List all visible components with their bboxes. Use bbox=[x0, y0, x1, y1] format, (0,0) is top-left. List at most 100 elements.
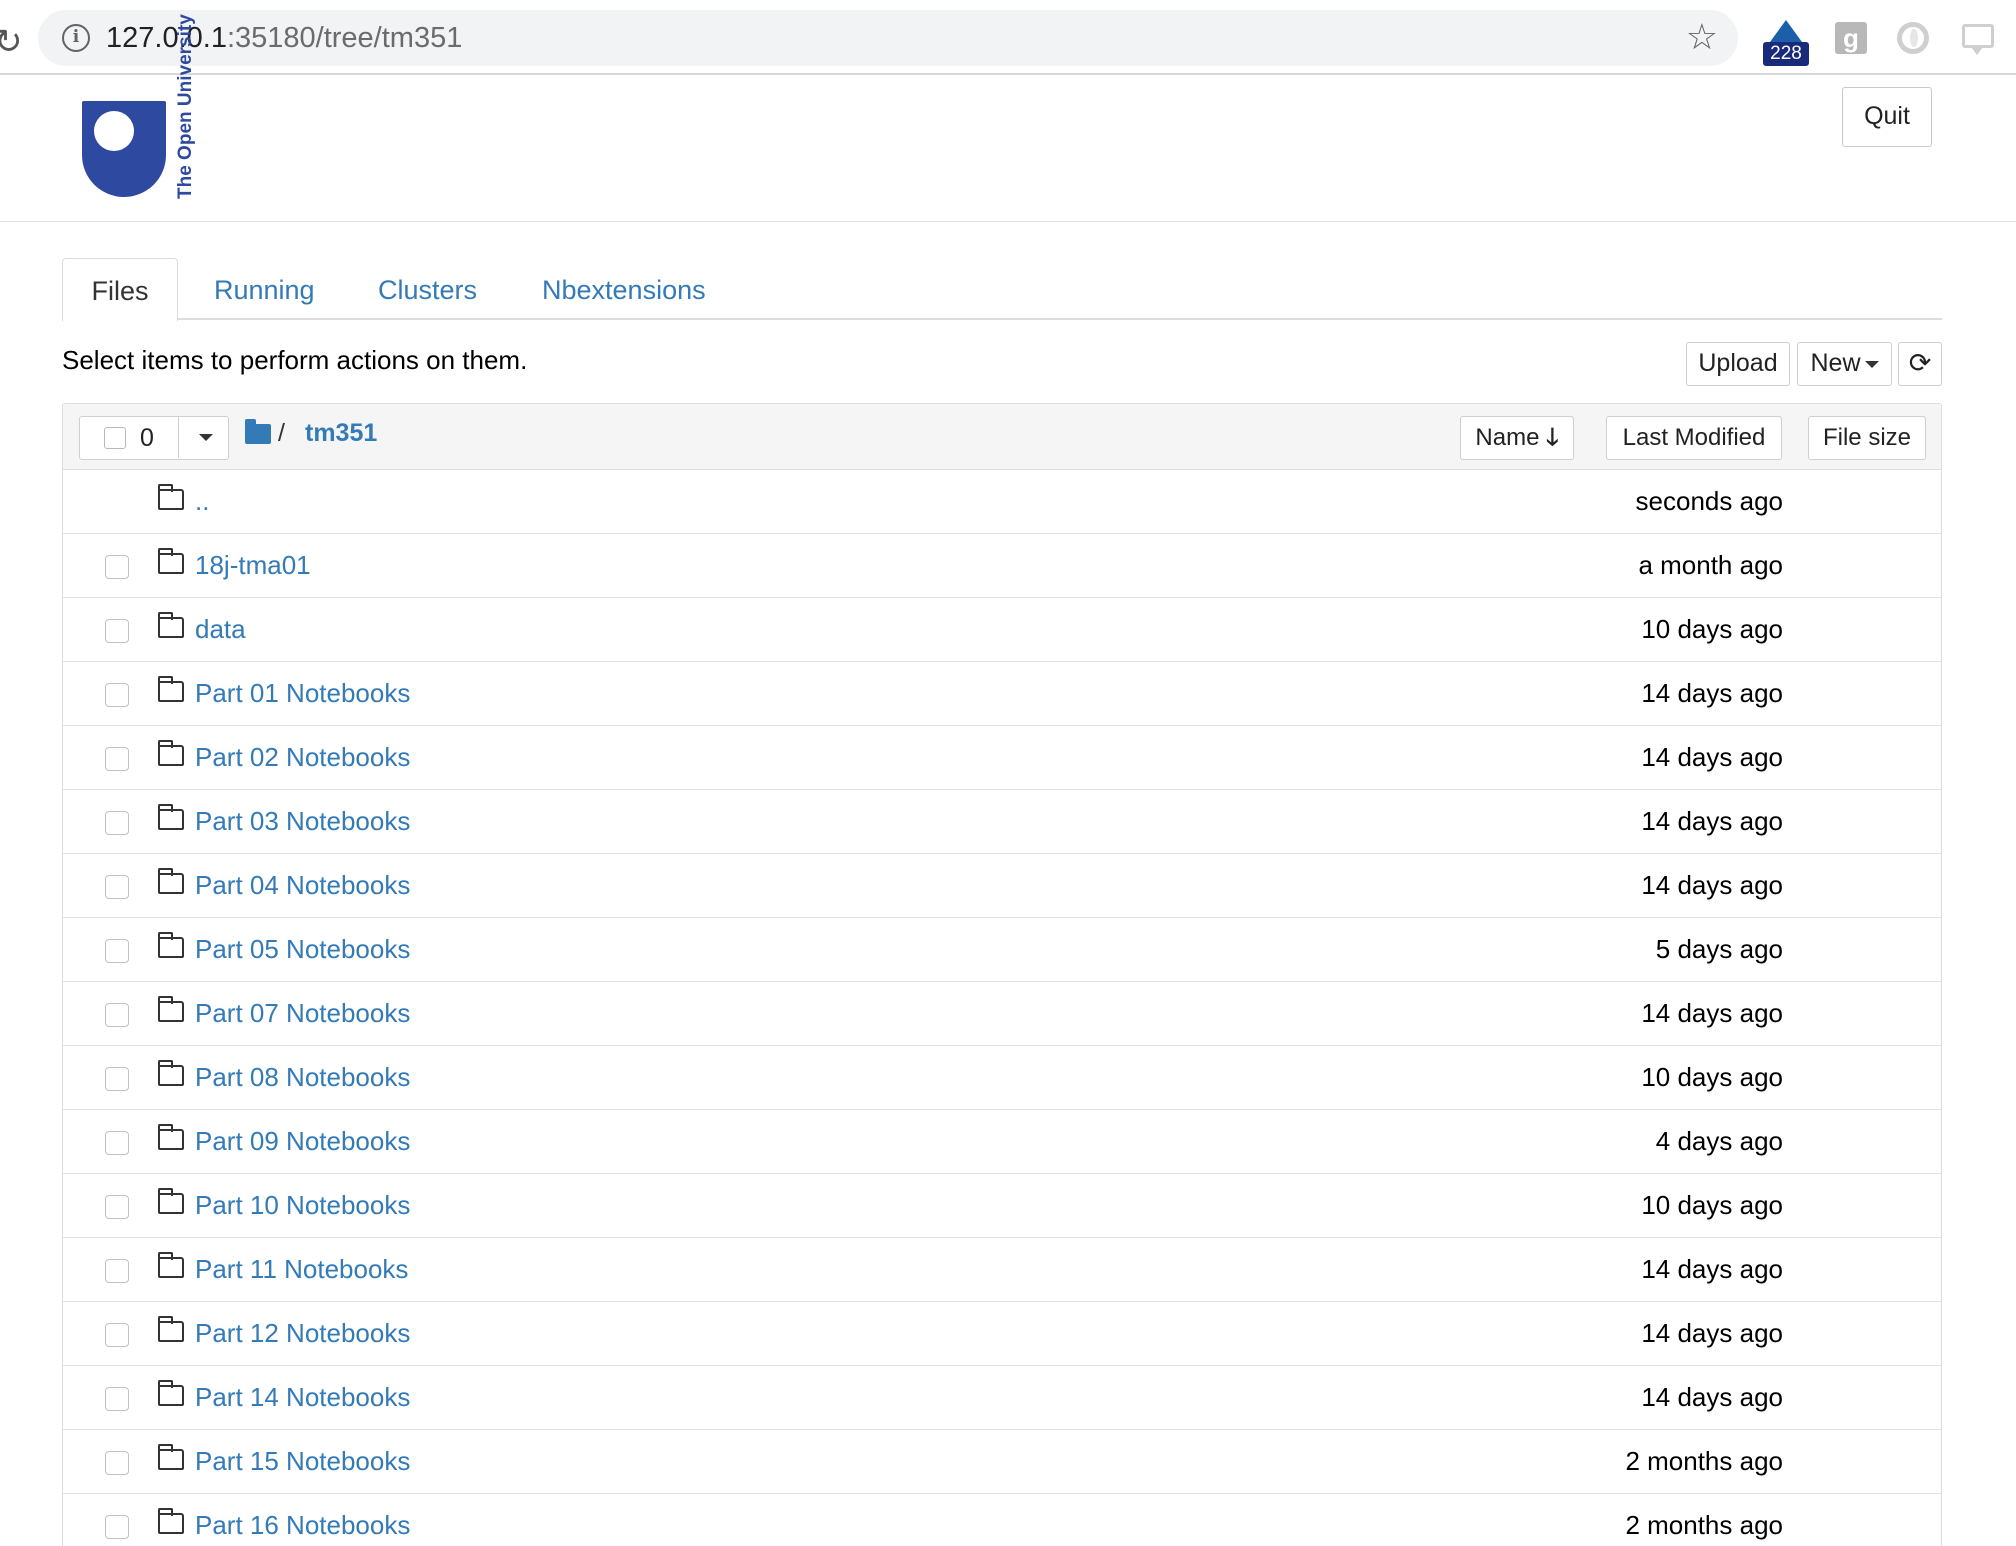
item-modified: 2 months ago bbox=[1625, 1510, 1783, 1540]
select-all-checkbox[interactable] bbox=[104, 427, 126, 449]
sort-by-size-button[interactable]: File size bbox=[1808, 416, 1926, 460]
folder-icon bbox=[158, 612, 184, 638]
row-checkbox[interactable] bbox=[105, 1131, 129, 1155]
item-name-link[interactable]: Part 08 Notebooks bbox=[195, 1060, 410, 1094]
folder-icon bbox=[158, 1508, 184, 1534]
table-row[interactable]: 18j-tma01 a month ago bbox=[63, 534, 1941, 598]
row-checkbox[interactable] bbox=[105, 747, 129, 771]
row-checkbox[interactable] bbox=[105, 1323, 129, 1347]
item-modified: 14 days ago bbox=[1641, 1318, 1783, 1348]
tab-running[interactable]: Running bbox=[214, 258, 315, 320]
table-row[interactable]: Part 03 Notebooks 14 days ago bbox=[63, 790, 1941, 854]
address-bar[interactable]: i 127.0.0.1:35180/tree/tm351 ☆ bbox=[38, 10, 1738, 66]
caret-down-icon bbox=[1864, 360, 1879, 368]
folder-icon bbox=[158, 932, 184, 958]
item-modified: 14 days ago bbox=[1641, 678, 1783, 708]
table-row[interactable]: Part 16 Notebooks 2 months ago bbox=[63, 1494, 1941, 1546]
arrow-down-icon: 🡓 bbox=[1546, 424, 1559, 451]
item-name-link[interactable]: Part 16 Notebooks bbox=[195, 1508, 410, 1542]
item-name-link[interactable]: Part 15 Notebooks bbox=[195, 1444, 410, 1478]
site-info-icon[interactable]: i bbox=[62, 24, 90, 52]
upload-button[interactable]: Upload bbox=[1686, 342, 1790, 386]
item-name-link[interactable]: 18j-tma01 bbox=[195, 548, 311, 582]
item-name-link[interactable]: Part 02 Notebooks bbox=[195, 740, 410, 774]
table-row[interactable]: Part 02 Notebooks 14 days ago bbox=[63, 726, 1941, 790]
row-checkbox[interactable] bbox=[105, 683, 129, 707]
row-checkbox[interactable] bbox=[105, 1067, 129, 1091]
row-checkbox[interactable] bbox=[105, 1195, 129, 1219]
item-name-link[interactable]: Part 10 Notebooks bbox=[195, 1188, 410, 1222]
table-row[interactable]: Part 14 Notebooks 14 days ago bbox=[63, 1366, 1941, 1430]
table-row[interactable]: Part 01 Notebooks 14 days ago bbox=[63, 662, 1941, 726]
tab-clusters[interactable]: Clusters bbox=[378, 258, 477, 320]
file-list-header: 0 / tm351 Name 🡓 Last Modified File size bbox=[63, 404, 1941, 470]
item-name-link[interactable]: Part 03 Notebooks bbox=[195, 804, 410, 838]
sort-by-modified-button[interactable]: Last Modified bbox=[1606, 416, 1782, 460]
item-name-link[interactable]: Part 11 Notebooks bbox=[195, 1252, 408, 1286]
item-name-link[interactable]: Part 05 Notebooks bbox=[195, 932, 410, 966]
table-row[interactable]: Part 12 Notebooks 14 days ago bbox=[63, 1302, 1941, 1366]
reload-icon[interactable]: ↻ bbox=[0, 22, 23, 62]
item-name-link[interactable]: Part 12 Notebooks bbox=[195, 1316, 410, 1350]
item-modified: 14 days ago bbox=[1641, 998, 1783, 1028]
logo-wordmark: The Open University bbox=[175, 14, 196, 199]
item-name-link[interactable]: data bbox=[195, 612, 246, 646]
row-checkbox[interactable] bbox=[105, 1387, 129, 1411]
item-name-link[interactable]: Part 07 Notebooks bbox=[195, 996, 410, 1030]
folder-icon bbox=[158, 484, 184, 510]
table-row[interactable]: .. seconds ago bbox=[63, 470, 1941, 534]
table-row[interactable]: Part 07 Notebooks 14 days ago bbox=[63, 982, 1941, 1046]
table-row[interactable]: Part 11 Notebooks 14 days ago bbox=[63, 1238, 1941, 1302]
folder-icon bbox=[158, 1060, 184, 1086]
folder-icon bbox=[158, 1124, 184, 1150]
item-name-link[interactable]: Part 09 Notebooks bbox=[195, 1124, 410, 1158]
selection-hint: Select items to perform actions on them. bbox=[62, 345, 528, 375]
item-name-link[interactable]: Part 14 Notebooks bbox=[195, 1380, 410, 1414]
item-modified: 14 days ago bbox=[1641, 870, 1783, 900]
table-row[interactable]: Part 04 Notebooks 14 days ago bbox=[63, 854, 1941, 918]
sort-by-name-button[interactable]: Name 🡓 bbox=[1460, 416, 1574, 460]
item-name-link[interactable]: Part 04 Notebooks bbox=[195, 868, 410, 902]
row-checkbox[interactable] bbox=[105, 875, 129, 899]
refresh-button[interactable]: ⟳ bbox=[1898, 342, 1942, 386]
folder-solid-icon[interactable] bbox=[245, 419, 271, 444]
extension-ou-icon[interactable]: 228 bbox=[1763, 20, 1809, 66]
folder-icon bbox=[158, 740, 184, 766]
row-checkbox[interactable] bbox=[105, 1451, 129, 1475]
table-row[interactable]: Part 05 Notebooks 5 days ago bbox=[63, 918, 1941, 982]
extension-ring-icon[interactable] bbox=[1897, 22, 1929, 54]
table-row[interactable]: Part 08 Notebooks 10 days ago bbox=[63, 1046, 1941, 1110]
folder-icon bbox=[158, 1444, 184, 1470]
table-row[interactable]: Part 10 Notebooks 10 days ago bbox=[63, 1174, 1941, 1238]
item-name-link[interactable]: Part 01 Notebooks bbox=[195, 676, 410, 710]
open-university-logo[interactable]: The Open University bbox=[82, 14, 232, 209]
new-dropdown-button[interactable]: New bbox=[1797, 342, 1892, 386]
item-name-link[interactable]: .. bbox=[195, 484, 209, 518]
breadcrumb-separator: / bbox=[278, 419, 285, 447]
select-menu-toggle[interactable] bbox=[178, 417, 228, 458]
table-row[interactable]: Part 09 Notebooks 4 days ago bbox=[63, 1110, 1941, 1174]
tab-files[interactable]: Files bbox=[62, 258, 178, 322]
row-checkbox[interactable] bbox=[105, 555, 129, 579]
breadcrumb-current-dir[interactable]: tm351 bbox=[305, 418, 377, 448]
row-checkbox[interactable] bbox=[105, 1259, 129, 1283]
quit-button[interactable]: Quit bbox=[1842, 87, 1932, 147]
item-modified: 2 months ago bbox=[1625, 1446, 1783, 1476]
extension-ou-triangle bbox=[1770, 20, 1802, 42]
row-checkbox[interactable] bbox=[105, 939, 129, 963]
table-row[interactable]: Part 15 Notebooks 2 months ago bbox=[63, 1430, 1941, 1494]
tab-nbextensions[interactable]: Nbextensions bbox=[542, 258, 706, 320]
item-modified: 14 days ago bbox=[1641, 1382, 1783, 1412]
new-label: New bbox=[1810, 349, 1861, 377]
bookmark-star-icon[interactable]: ☆ bbox=[1686, 18, 1718, 56]
row-checkbox[interactable] bbox=[105, 811, 129, 835]
row-checkbox[interactable] bbox=[105, 619, 129, 643]
row-checkbox[interactable] bbox=[105, 1003, 129, 1027]
extension-chat-icon[interactable] bbox=[1962, 24, 1994, 55]
row-checkbox[interactable] bbox=[105, 1515, 129, 1539]
extension-google-icon[interactable]: g bbox=[1835, 22, 1867, 54]
table-row[interactable]: data 10 days ago bbox=[63, 598, 1941, 662]
item-modified: 5 days ago bbox=[1655, 934, 1783, 964]
folder-icon bbox=[158, 1252, 184, 1278]
url-text[interactable]: 127.0.0.1:35180/tree/tm351 bbox=[106, 22, 462, 54]
